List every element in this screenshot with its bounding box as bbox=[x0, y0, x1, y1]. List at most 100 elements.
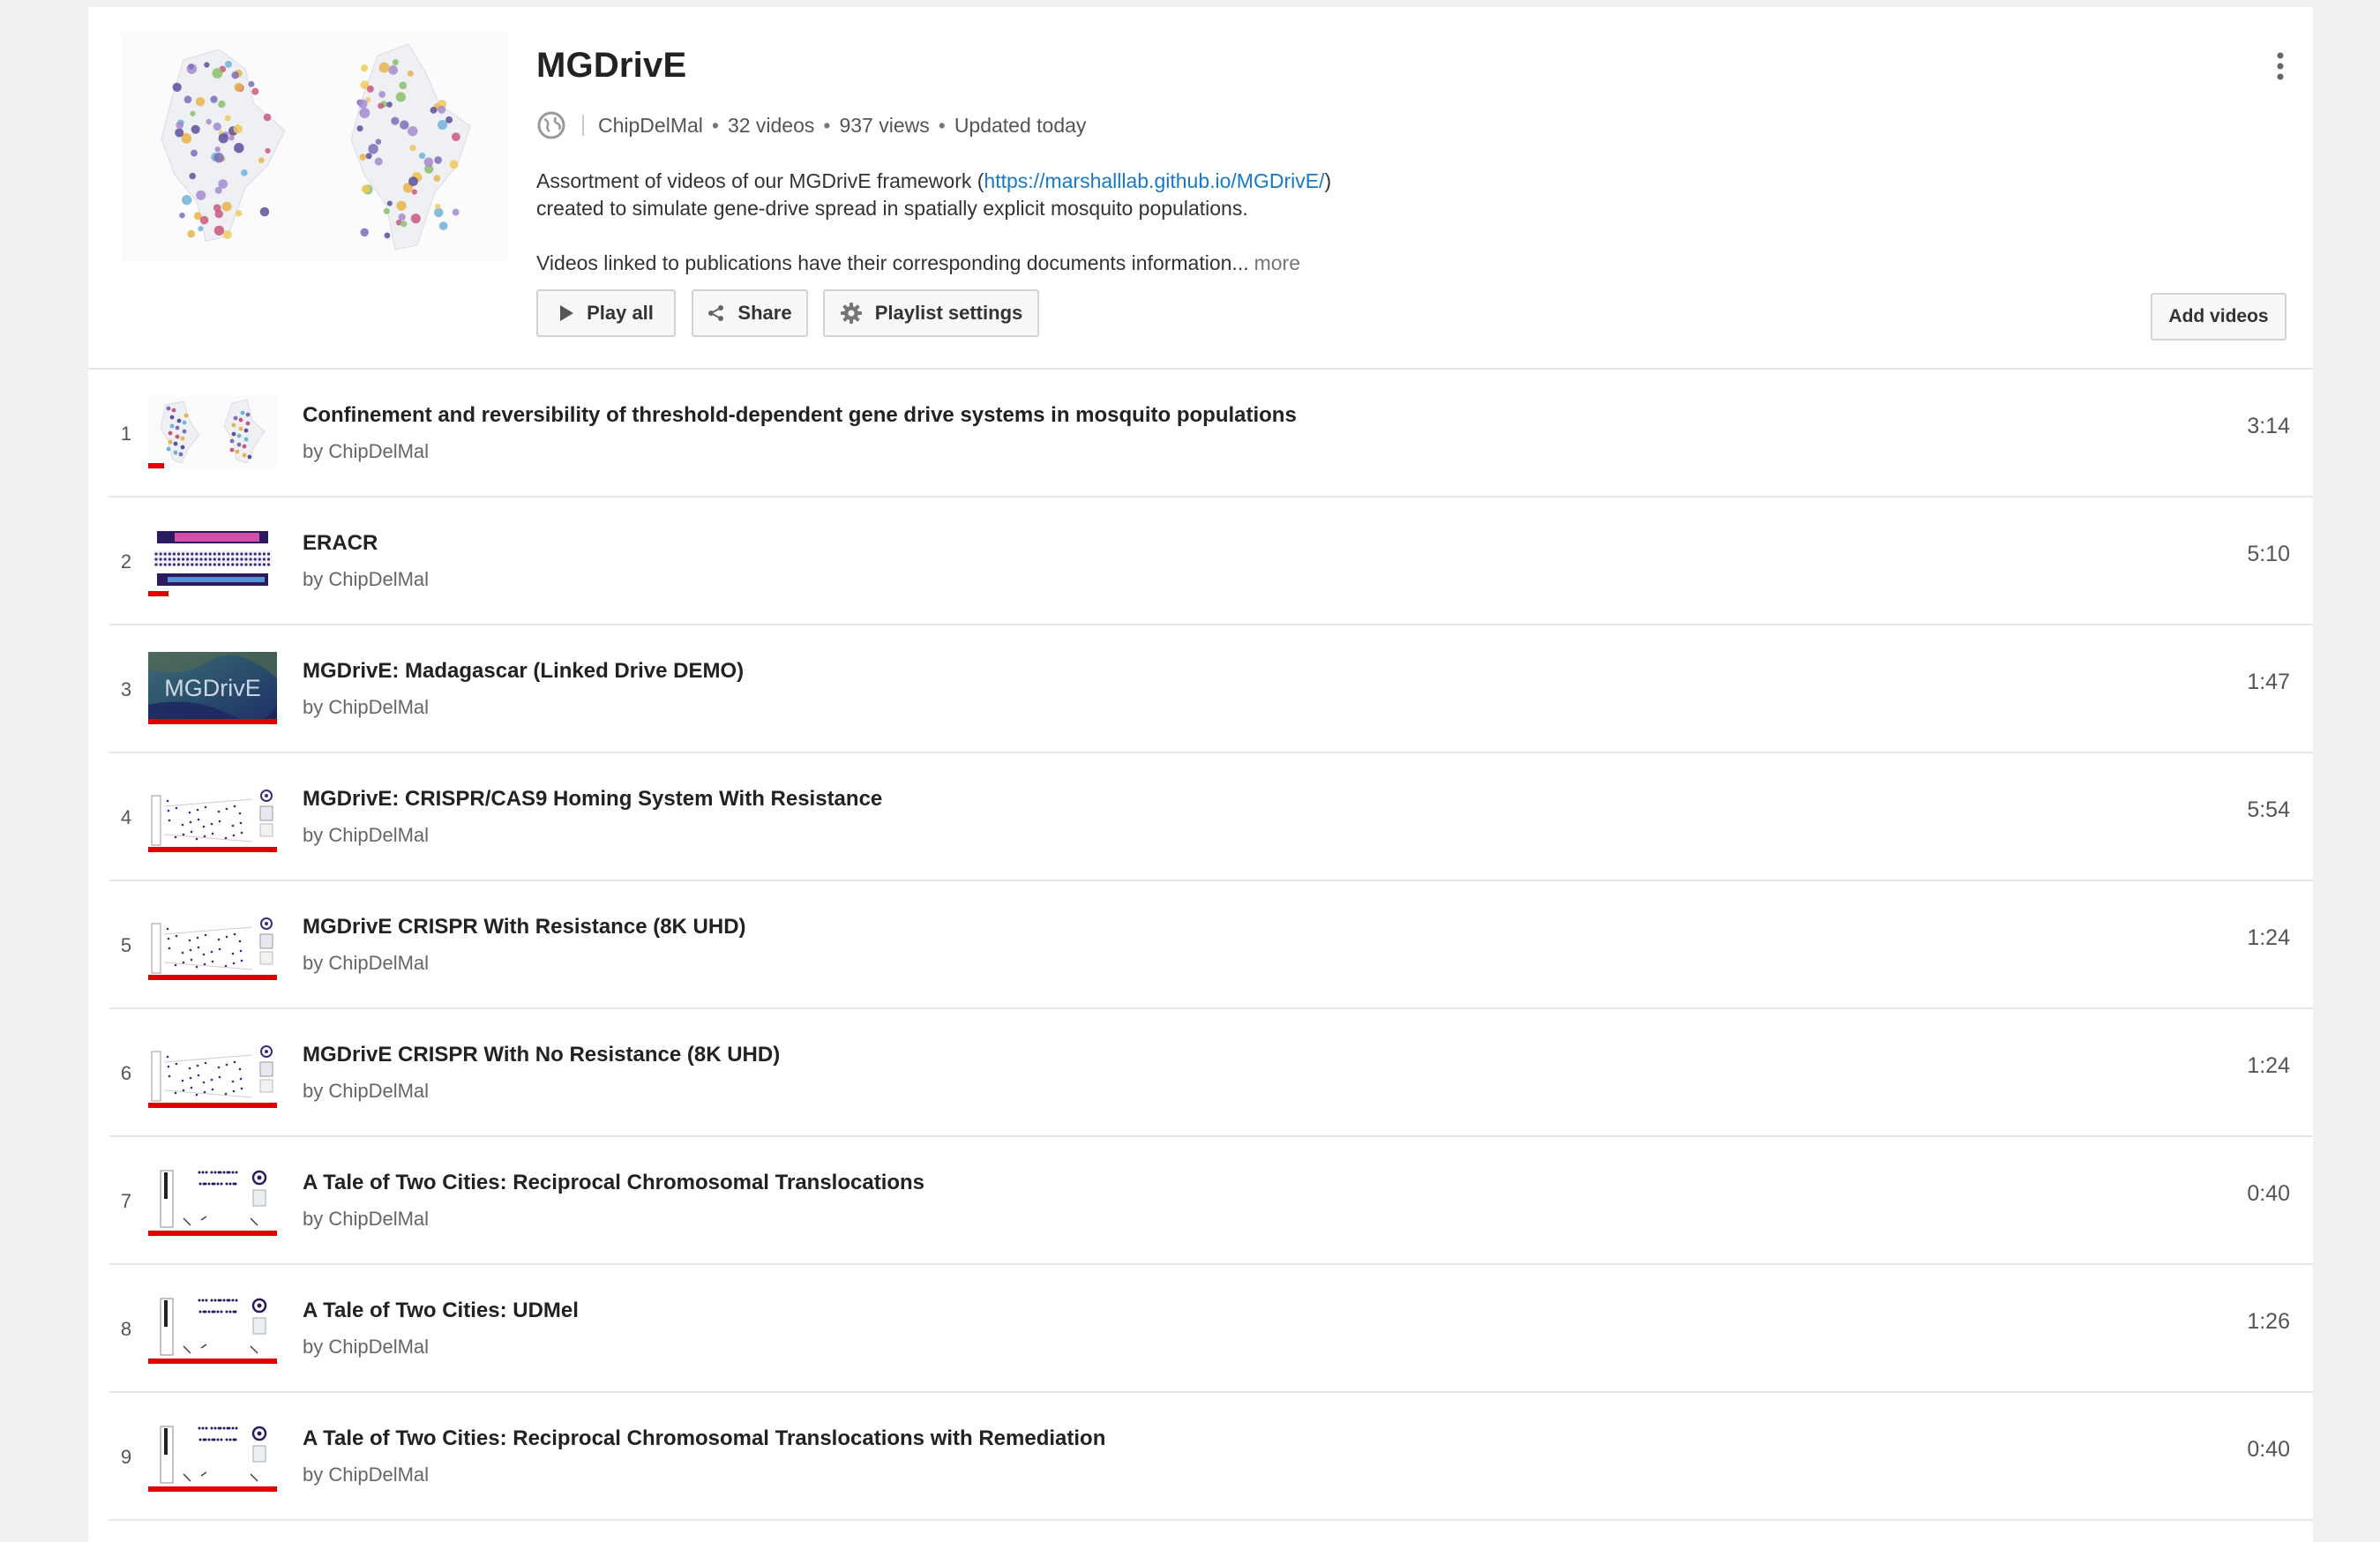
video-title[interactable]: MGDrivE CRISPR With Resistance (8K UHD) bbox=[303, 915, 746, 939]
video-channel[interactable]: by ChipDelMal bbox=[303, 1463, 429, 1486]
playlist-panel: MGDrivE ChipDelMal • 32 videos • 937 vie… bbox=[88, 7, 2313, 1542]
video-title[interactable]: A Tale of Two Cities: Reciprocal Chromos… bbox=[303, 1426, 1105, 1451]
video-row[interactable]: 9 A Tale of Two Cities: Reciprocal Chrom… bbox=[109, 1393, 2313, 1521]
map-node bbox=[224, 115, 231, 122]
video-thumbnail[interactable] bbox=[148, 908, 277, 980]
map-node bbox=[248, 80, 255, 87]
playlist-thumbnail[interactable] bbox=[122, 34, 508, 261]
video-channel[interactable]: by ChipDelMal bbox=[303, 440, 429, 463]
video-title[interactable]: ERACR bbox=[303, 531, 378, 556]
video-row[interactable]: 7 A Tale of Two Cities: Reciprocal Chrom… bbox=[109, 1137, 2313, 1265]
map-node bbox=[182, 194, 192, 206]
map-node bbox=[175, 128, 184, 138]
map-node bbox=[212, 68, 223, 79]
video-duration: 0:40 bbox=[2247, 1181, 2290, 1206]
video-thumbnail[interactable] bbox=[148, 524, 277, 596]
video-title[interactable]: Confinement and reversibility of thresho… bbox=[303, 403, 1297, 428]
map-node bbox=[221, 201, 232, 212]
description-link[interactable]: https://marshalllab.github.io/MGDrivE/ bbox=[984, 169, 1324, 192]
map-node bbox=[366, 85, 374, 93]
video-row[interactable]: 5 MGDrivE CRISPR With Resistance (8K UHD… bbox=[109, 881, 2313, 1009]
video-index: 4 bbox=[120, 806, 132, 828]
video-row[interactable]: 6 MGDrivE CRISPR With No Resistance (8K … bbox=[109, 1009, 2313, 1137]
map-node bbox=[374, 157, 383, 166]
video-duration: 5:54 bbox=[2247, 797, 2290, 822]
map-node bbox=[438, 105, 446, 114]
video-channel[interactable]: by ChipDelMal bbox=[303, 824, 429, 847]
watch-progress-bar bbox=[148, 975, 277, 980]
map-node bbox=[411, 189, 417, 195]
map-node bbox=[423, 157, 434, 168]
video-row[interactable]: 8 A Tale of Two Cities: UDMel by ChipDel… bbox=[109, 1265, 2313, 1393]
map-node bbox=[179, 212, 185, 219]
map-node bbox=[378, 62, 390, 73]
map-node bbox=[358, 99, 368, 109]
playlist-settings-button[interactable]: Playlist settings bbox=[823, 289, 1039, 337]
map-node bbox=[408, 176, 418, 186]
map-node bbox=[199, 215, 209, 225]
video-title[interactable]: MGDrivE: CRISPR/CAS9 Homing System With … bbox=[303, 787, 882, 812]
video-thumbnail[interactable] bbox=[148, 1164, 277, 1236]
map-node bbox=[391, 116, 400, 125]
map-node bbox=[361, 64, 369, 72]
channel-name[interactable]: ChipDelMal bbox=[598, 114, 703, 138]
video-title[interactable]: MGDrivE: Madagascar (Linked Drive DEMO) bbox=[303, 659, 744, 684]
video-thumbnail[interactable] bbox=[148, 1291, 277, 1364]
map-node bbox=[378, 91, 385, 98]
map-node bbox=[378, 102, 385, 109]
video-title[interactable]: A Tale of Two Cities: UDMel bbox=[303, 1299, 579, 1323]
map-node bbox=[196, 190, 206, 200]
globe-icon[interactable] bbox=[536, 110, 566, 140]
playlist-header: MGDrivE ChipDelMal • 32 videos • 937 vie… bbox=[88, 7, 2313, 370]
watch-progress-bar bbox=[148, 1486, 277, 1492]
video-channel[interactable]: by ChipDelMal bbox=[303, 1080, 429, 1103]
video-index: 5 bbox=[120, 934, 132, 956]
share-icon bbox=[707, 304, 725, 322]
video-thumbnail[interactable] bbox=[148, 1419, 277, 1492]
video-channel[interactable]: by ChipDelMal bbox=[303, 1336, 429, 1359]
add-videos-button[interactable]: Add videos bbox=[2151, 293, 2286, 341]
map-node bbox=[218, 133, 228, 144]
video-thumbnail[interactable] bbox=[148, 780, 277, 852]
video-channel[interactable]: by ChipDelMal bbox=[303, 568, 429, 591]
map-node bbox=[218, 179, 228, 189]
map-node bbox=[191, 149, 198, 157]
video-channel[interactable]: by ChipDelMal bbox=[303, 952, 429, 975]
map-node bbox=[210, 95, 218, 103]
map-node bbox=[195, 97, 206, 107]
map-node bbox=[198, 226, 204, 232]
video-thumbnail[interactable] bbox=[148, 1036, 277, 1108]
video-row[interactable]: 4 MGDrivE: CRISPR/CAS9 Homing System Wit… bbox=[109, 753, 2313, 881]
map-node bbox=[176, 121, 184, 130]
video-row[interactable]: 1 Confinement and reversibility of thres… bbox=[109, 370, 2313, 498]
more-options-icon[interactable] bbox=[2273, 51, 2287, 81]
map-node bbox=[183, 95, 192, 104]
watch-progress-bar bbox=[148, 1103, 277, 1108]
description-text: ) bbox=[1324, 169, 1332, 192]
play-all-button[interactable]: Play all bbox=[536, 289, 676, 337]
more-link[interactable]: more bbox=[1254, 251, 1300, 274]
meta-dot: • bbox=[938, 113, 946, 137]
map-node bbox=[410, 213, 421, 224]
video-channel[interactable]: by ChipDelMal bbox=[303, 1208, 429, 1231]
video-index: 6 bbox=[120, 1062, 132, 1084]
map-node bbox=[172, 82, 182, 93]
map-node bbox=[360, 228, 369, 237]
playlist-settings-label: Playlist settings bbox=[874, 302, 1023, 324]
map-node bbox=[187, 229, 196, 238]
share-button[interactable]: Share bbox=[692, 289, 808, 337]
video-row[interactable]: 3 MGDrivE MGDrivE: Madagascar (Linked Dr… bbox=[109, 625, 2313, 753]
video-title[interactable]: MGDrivE CRISPR With No Resistance (8K UH… bbox=[303, 1043, 780, 1067]
video-channel[interactable]: by ChipDelMal bbox=[303, 696, 429, 719]
video-row[interactable]: 2 ERACR by ChipDelMal 5:10 bbox=[109, 498, 2313, 625]
watch-progress-bar bbox=[148, 1359, 277, 1364]
video-thumbnail[interactable] bbox=[148, 396, 277, 468]
playlist-meta: ChipDelMal • 32 videos • 937 views • Upd… bbox=[536, 108, 1086, 143]
video-index: 7 bbox=[120, 1190, 132, 1212]
map-node bbox=[235, 210, 243, 217]
map-node bbox=[206, 118, 212, 125]
video-title[interactable]: A Tale of Two Cities: Reciprocal Chromos… bbox=[303, 1171, 924, 1195]
description-text: Assortment of videos of our MGDrivE fram… bbox=[536, 169, 984, 192]
video-thumbnail[interactable]: MGDrivE bbox=[148, 652, 277, 724]
map-node bbox=[233, 124, 243, 134]
